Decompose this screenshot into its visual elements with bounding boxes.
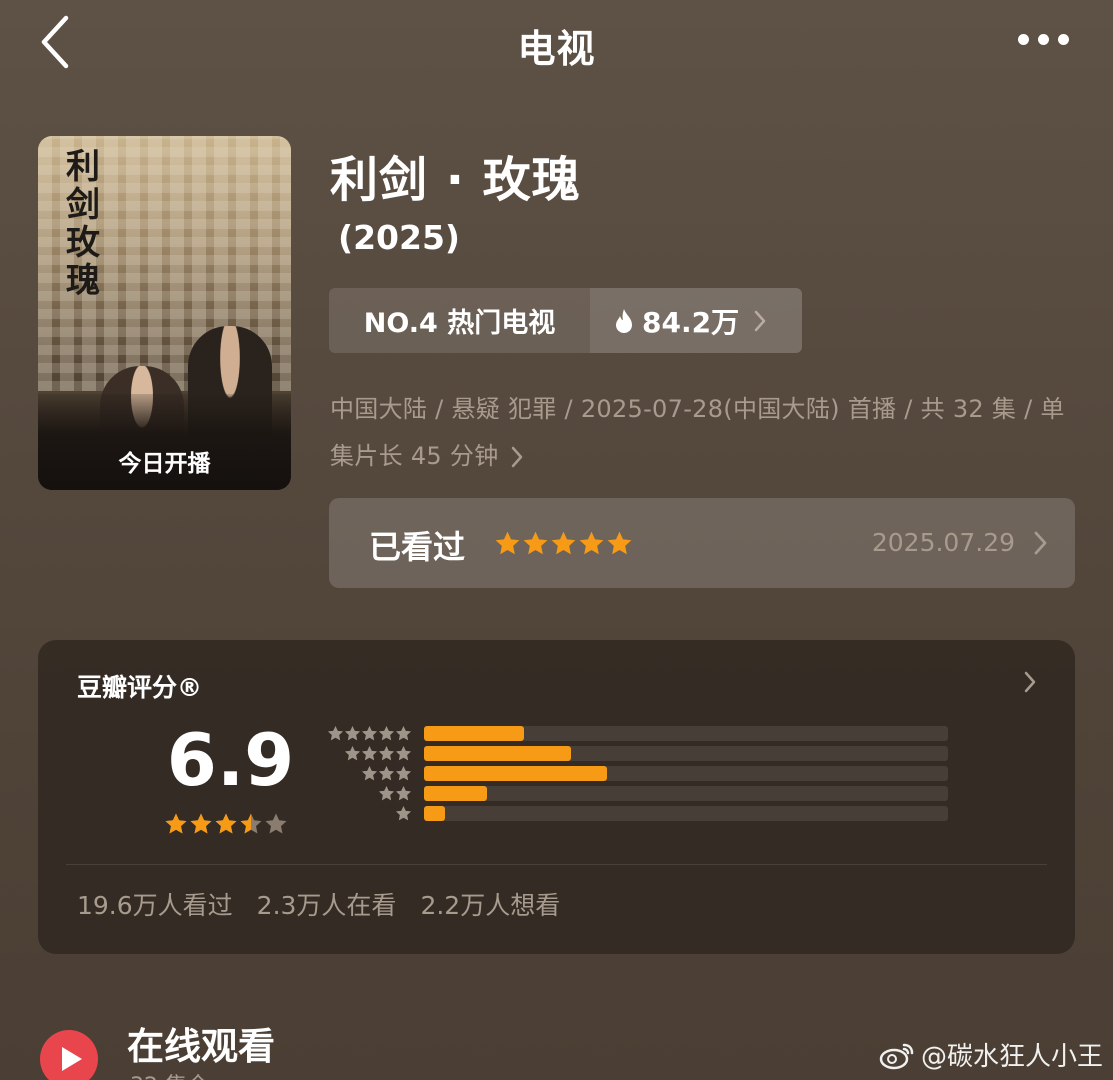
distribution-star-label (324, 805, 412, 822)
weibo-icon (879, 1043, 914, 1069)
star-icon (396, 765, 411, 780)
watched-status-bar[interactable]: 已看过 2025.07.29 (329, 498, 1075, 588)
star-icon (362, 765, 377, 780)
distribution-track (424, 785, 948, 801)
distribution-row (324, 783, 948, 803)
star-icon (362, 725, 377, 740)
rating-title: 豆瓣评分® (77, 673, 203, 702)
star-icon (345, 745, 360, 760)
watermark-text: @碳水狂人小王 (920, 1042, 1103, 1072)
distribution-row (324, 723, 948, 743)
heat-badge[interactable]: 84.2万 (590, 288, 802, 353)
distribution-bar (424, 765, 608, 781)
distribution-star-label (324, 785, 412, 802)
star-icon (396, 725, 411, 740)
show-meta[interactable]: 中国大陆 / 悬疑 犯罪 / 2025-07-28(中国大陆) 首播 / 共 3… (330, 386, 1072, 480)
rating-stats: 19.6万人看过 2.3万人在看 2.2万人想看 (77, 886, 560, 922)
chevron-right-icon (512, 446, 523, 468)
more-dots-icon (1018, 34, 1029, 45)
show-title: 利剑 · 玫瑰 (330, 152, 581, 208)
chevron-right-icon (1034, 531, 1047, 555)
heat-value: 84.2万 (642, 305, 740, 339)
star-icon (396, 805, 411, 820)
rating-score: 6.9 (166, 718, 295, 802)
page-title: 电视 (517, 27, 596, 71)
star-icon (165, 813, 187, 834)
star-icon (362, 745, 377, 760)
distribution-row (324, 803, 948, 823)
distribution-bar (424, 745, 571, 761)
divider (66, 864, 1047, 865)
play-circle-icon[interactable] (40, 1030, 98, 1080)
poster-badge: 今日开播 (118, 451, 211, 477)
star-icon (379, 785, 394, 800)
star-icon (328, 725, 343, 740)
distribution-track (424, 725, 948, 741)
user-rating-stars (494, 530, 633, 557)
star-icon (551, 531, 576, 555)
rank-chip[interactable]: NO.4 热门电视 84.2万 (329, 288, 802, 353)
poster-image[interactable]: 利剑玫瑰 今日开播 (38, 136, 291, 490)
distribution-bar (424, 725, 524, 741)
distribution-bar (424, 785, 487, 801)
distribution-star-label (324, 725, 412, 742)
distribution-track (424, 805, 948, 821)
distribution-track (424, 765, 948, 781)
douban-rating-card[interactable]: 豆瓣评分® 6.9 19.6万人看过 2.3万人在看 2.2万人想看 (38, 640, 1075, 954)
stat-want: 2.2万人想看 (420, 891, 561, 920)
star-icon (396, 745, 411, 760)
rating-distribution (324, 723, 948, 823)
distribution-track (424, 745, 948, 761)
stat-watching: 2.3万人在看 (256, 891, 397, 920)
online-watch-subtitle: 32 集全 (130, 1068, 209, 1080)
stat-watched: 19.6万人看过 (77, 891, 233, 920)
watched-date: 2025.07.29 (871, 528, 1015, 557)
star-icon (379, 765, 394, 780)
star-icon (265, 813, 287, 834)
distribution-star-label (324, 765, 412, 782)
chevron-right-icon (1024, 671, 1036, 693)
star-icon (379, 745, 394, 760)
star-icon (579, 531, 604, 555)
star-icon (190, 813, 212, 834)
star-icon (345, 725, 360, 740)
watched-label: 已看过 (369, 528, 466, 566)
star-icon (240, 813, 262, 834)
star-icon (495, 531, 520, 555)
rank-label: NO.4 热门电视 (329, 288, 590, 353)
chevron-right-icon (754, 310, 766, 331)
star-icon (523, 531, 548, 555)
distribution-star-label (324, 745, 412, 762)
star-icon (215, 813, 237, 834)
star-icon (396, 785, 411, 800)
flame-icon (616, 308, 632, 333)
online-watch-title[interactable]: 在线观看 (127, 1016, 275, 1070)
distribution-bar (424, 805, 445, 821)
star-icon (607, 531, 632, 555)
star-icon (379, 725, 394, 740)
distribution-row (324, 763, 948, 783)
more-button[interactable] (1018, 34, 1069, 45)
show-year: (2025) (338, 218, 461, 257)
rating-stars (164, 812, 288, 836)
distribution-row (324, 743, 948, 763)
watermark: @碳水狂人小王 (879, 1036, 1103, 1073)
poster-title-art: 利剑玫瑰 (66, 147, 100, 301)
